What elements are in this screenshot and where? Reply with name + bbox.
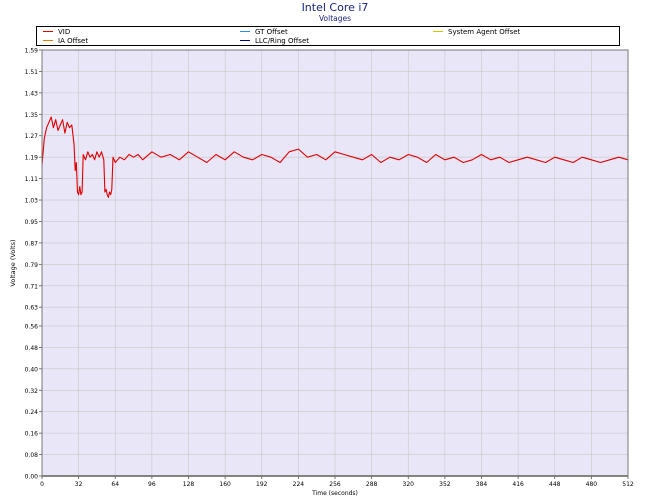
x-tick-label: 384 (476, 481, 488, 488)
x-tick-label: 352 (439, 481, 451, 488)
x-tick-label: 32 (75, 481, 83, 488)
x-tick-label: 512 (622, 481, 634, 488)
y-tick-label: 1.11 (25, 176, 39, 183)
y-tick-label: 1.51 (25, 69, 39, 76)
y-tick-label: 1.19 (25, 155, 39, 162)
y-tick-label: 1.35 (25, 112, 39, 119)
y-tick-label: 0.40 (25, 366, 39, 373)
x-tick-label: 224 (293, 481, 305, 488)
voltage-chart: 0.00 0.08 0.16 0.24 0.32 0.40 0.48 0.56 0.63 0.71… (9, 48, 634, 498)
y-axis-label: Voltage (Volts) (9, 239, 17, 286)
y-tick-label: 0.00 (25, 474, 39, 481)
y-tick-label: 0.48 (25, 345, 39, 352)
x-tick-label: 416 (512, 481, 524, 488)
y-tick-label: 0.32 (25, 388, 39, 395)
x-axis-label: Time (seconds) (311, 490, 358, 497)
y-tick-label: 0.95 (25, 219, 39, 226)
y-tick-label: 0.63 (25, 305, 39, 312)
y-tick-label: 1.03 (25, 198, 39, 205)
y-tick-label: 0.16 (25, 431, 39, 438)
x-tick-label: 288 (366, 481, 378, 488)
y-tick-label: 0.08 (25, 452, 39, 459)
x-tick-label: 160 (219, 481, 231, 488)
x-tick-label: 480 (586, 481, 598, 488)
x-tick-label: 64 (111, 481, 119, 488)
x-tick-label: 256 (329, 481, 341, 488)
x-tick-label: 320 (403, 481, 415, 488)
y-tick-label: 0.24 (25, 409, 39, 416)
y-tick-label: 0.87 (25, 240, 39, 247)
y-tick-label: 0.56 (25, 323, 39, 330)
y-tick-label: 1.59 (25, 48, 39, 55)
x-tick-label: 192 (256, 481, 268, 488)
y-tick-label: 0.79 (25, 262, 39, 269)
y-tick-label: 1.43 (25, 90, 39, 97)
x-tick-label: 96 (148, 481, 156, 488)
x-tick-label: 0 (40, 481, 44, 488)
x-tick-label: 128 (183, 481, 195, 488)
y-tick-label: 1.27 (25, 133, 39, 140)
y-tick-label: 0.71 (25, 283, 39, 290)
x-tick-label: 448 (549, 481, 561, 488)
